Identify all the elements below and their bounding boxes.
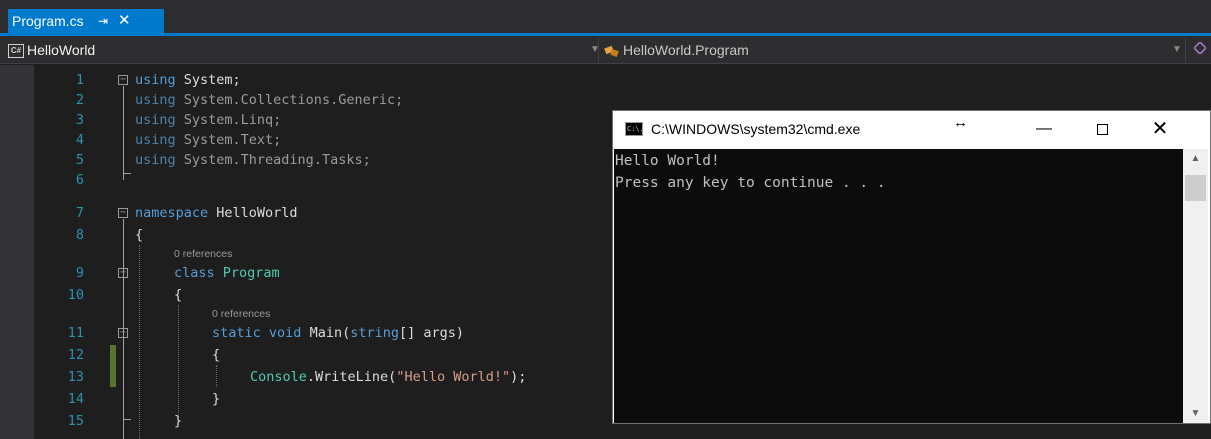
line-number: 5	[75, 152, 84, 168]
maximize-button[interactable]	[1073, 111, 1131, 149]
maximize-icon	[1096, 124, 1108, 136]
type-dropdown[interactable]: HelloWorld.Program ▼	[604, 39, 1182, 61]
code-line: }	[212, 391, 221, 407]
code-line: using System.Threading.Tasks;	[135, 152, 371, 168]
code-line: }	[174, 413, 183, 429]
resize-icon: ↔	[953, 114, 968, 131]
divider	[598, 38, 599, 62]
line-number: 9	[75, 265, 84, 281]
console-line: Press any key to continue . . .	[615, 175, 886, 191]
line-number: 3	[75, 112, 84, 128]
change-indicator	[110, 345, 116, 387]
pin-icon[interactable]: ⇥	[98, 9, 108, 33]
line-number: 8	[75, 227, 84, 243]
code-line: using System.Linq;	[135, 112, 282, 128]
outline-guide	[123, 173, 131, 174]
console-scrollbar[interactable]: ▲ ▼	[1183, 149, 1208, 423]
csharp-project-icon: C#	[8, 44, 24, 59]
code-lens-references[interactable]: 0 references	[212, 306, 270, 322]
code-line: using System;	[135, 72, 241, 88]
class-icon	[604, 44, 620, 58]
tab-program-cs[interactable]: Program.cs ⇥ ✕	[8, 9, 164, 33]
indent-guide	[216, 365, 217, 387]
line-number: 10	[67, 287, 84, 303]
scrollbar-thumb[interactable]	[1185, 175, 1206, 201]
code-line: namespace HelloWorld	[135, 205, 298, 221]
console-title: C:\WINDOWS\system32\cmd.exe	[651, 121, 861, 137]
line-number: 4	[75, 132, 84, 148]
editor-margin	[0, 65, 34, 439]
close-button[interactable]: ✕	[1131, 111, 1189, 149]
line-number: 6	[75, 172, 84, 188]
line-number: 13	[67, 369, 84, 385]
indent-guide	[178, 305, 179, 417]
code-line: {	[174, 287, 183, 303]
line-number: 11	[67, 325, 84, 341]
code-line: {	[135, 227, 144, 243]
code-line: Console.WriteLine("Hello World!");	[250, 369, 527, 385]
collapse-icon[interactable]: −	[118, 75, 128, 85]
line-number: 2	[75, 92, 84, 108]
type-name: HelloWorld.Program	[623, 42, 749, 58]
line-number: 14	[67, 391, 84, 407]
collapse-icon[interactable]: −	[118, 208, 128, 218]
cmd-icon: C:\.	[625, 122, 644, 136]
project-name: HelloWorld	[27, 42, 96, 58]
outline-guide	[123, 419, 131, 420]
outline-guide	[123, 86, 124, 180]
navigation-bar: C# HelloWorld ▼ HelloWorld.Program ▼	[0, 36, 1211, 64]
console-title-bar[interactable]: C:\. C:\WINDOWS\system32\cmd.exe ↔ — ✕	[613, 111, 1210, 149]
code-line: static void Main(string[] args)	[212, 325, 465, 341]
code-line: class Program	[174, 265, 280, 281]
project-dropdown[interactable]: C# HelloWorld ▼	[8, 39, 600, 61]
line-number: 1	[75, 72, 84, 88]
console-output[interactable]: Hello World! Press any key to continue .…	[614, 149, 1183, 423]
chevron-down-icon[interactable]: ▼	[1183, 408, 1208, 419]
code-line: using System.Text;	[135, 132, 282, 148]
document-tab-strip	[0, 0, 1211, 33]
code-line: using System.Collections.Generic;	[135, 92, 404, 108]
chevron-down-icon[interactable]: ▼	[1172, 39, 1182, 61]
code-line: {	[212, 347, 221, 363]
line-number: 12	[67, 347, 84, 363]
line-number: 15	[67, 413, 84, 429]
divider	[1185, 38, 1186, 62]
close-icon[interactable]: ✕	[118, 9, 131, 33]
minimize-button[interactable]: —	[1015, 111, 1073, 149]
outline-guide	[123, 219, 124, 439]
chevron-up-icon[interactable]: ▲	[1183, 153, 1208, 164]
line-number: 7	[75, 205, 84, 221]
code-lens-references[interactable]: 0 references	[174, 246, 232, 262]
tab-title: Program.cs	[12, 13, 84, 29]
indent-guide	[139, 245, 140, 439]
console-window[interactable]: C:\. C:\WINDOWS\system32\cmd.exe ↔ — ✕ H…	[612, 110, 1211, 424]
console-line: Hello World!	[615, 153, 720, 169]
member-dropdown-icon[interactable]	[1193, 41, 1207, 55]
